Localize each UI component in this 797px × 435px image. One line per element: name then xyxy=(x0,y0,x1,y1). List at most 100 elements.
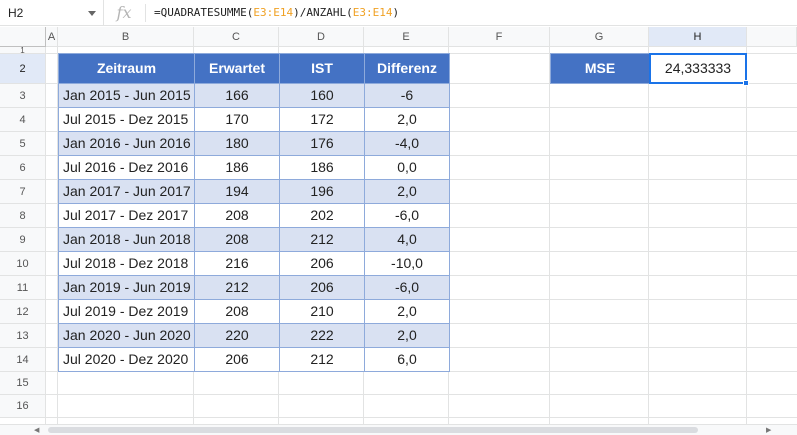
formula-text: )/ANZAHL( xyxy=(293,6,353,19)
table-cell[interactable]: Jul 2017 - Dez 2017 xyxy=(58,203,195,228)
row-header-3[interactable]: 3 xyxy=(0,84,46,108)
table-cell[interactable]: -6,0 xyxy=(364,203,450,228)
scroll-left-icon[interactable]: ◀ xyxy=(34,427,39,434)
grid-line xyxy=(746,47,747,424)
table-cell[interactable]: Jan 2016 - Jun 2016 xyxy=(58,131,195,156)
table-cell[interactable]: 212 xyxy=(279,347,365,372)
column-header-c[interactable]: C xyxy=(194,27,279,47)
column-header-f[interactable]: F xyxy=(449,27,550,47)
table-cell[interactable]: -6 xyxy=(364,83,450,108)
table-cell[interactable]: 194 xyxy=(194,179,280,204)
table-cell[interactable]: -10,0 xyxy=(364,251,450,276)
row-header-6[interactable]: 6 xyxy=(0,156,46,180)
table-cell[interactable]: 4,0 xyxy=(364,227,450,252)
table-header-cell[interactable]: IST xyxy=(279,53,365,84)
column-header-e[interactable]: E xyxy=(364,27,449,47)
grid-line xyxy=(46,417,797,418)
grid-line xyxy=(648,47,649,424)
fill-handle[interactable] xyxy=(743,80,749,86)
row-header-2[interactable]: 2 xyxy=(0,54,46,84)
formula-input[interactable]: =QUADRATESUMME(E3:E14)/ANZAHL(E3:E14) xyxy=(154,6,399,19)
row-header-13[interactable]: 13 xyxy=(0,324,46,348)
table-cell[interactable]: Jan 2018 - Jun 2018 xyxy=(58,227,195,252)
table-cell[interactable]: 186 xyxy=(279,155,365,180)
table-cell[interactable]: 0,0 xyxy=(364,155,450,180)
row-header-10[interactable]: 10 xyxy=(0,252,46,276)
select-all-corner[interactable] xyxy=(0,27,46,47)
row-header-15[interactable]: 15 xyxy=(0,372,46,395)
table-cell[interactable]: 2,0 xyxy=(364,107,450,132)
table-cell[interactable]: Jan 2020 - Jun 2020 xyxy=(58,323,195,348)
table-cell[interactable]: 186 xyxy=(194,155,280,180)
table-cell[interactable]: 196 xyxy=(279,179,365,204)
row-header-9[interactable]: 9 xyxy=(0,228,46,252)
scrollbar-thumb[interactable] xyxy=(48,427,698,433)
grid-line xyxy=(46,394,797,395)
mse-label[interactable]: MSE xyxy=(550,53,650,84)
row-header-16[interactable]: 16 xyxy=(0,395,46,418)
formula-range-ref: E3:E14 xyxy=(352,6,393,19)
column-header-b[interactable]: B xyxy=(58,27,194,47)
table-cell[interactable]: 166 xyxy=(194,83,280,108)
table-cell[interactable]: Jul 2016 - Dez 2016 xyxy=(58,155,195,180)
table-cell[interactable]: 172 xyxy=(279,107,365,132)
table-cell[interactable]: 222 xyxy=(279,323,365,348)
table-cell[interactable]: 208 xyxy=(194,227,280,252)
table-cell[interactable]: 2,0 xyxy=(364,323,450,348)
column-header-d[interactable]: D xyxy=(279,27,364,47)
table-cell[interactable]: Jan 2015 - Jun 2015 xyxy=(58,83,195,108)
table-header-cell[interactable]: Zeitraum xyxy=(58,53,195,84)
table-cell[interactable]: 216 xyxy=(194,251,280,276)
table-cell[interactable]: Jul 2018 - Dez 2018 xyxy=(58,251,195,276)
scroll-right-icon[interactable]: ▶ xyxy=(766,427,771,434)
grid-line xyxy=(45,47,46,424)
row-header-12[interactable]: 12 xyxy=(0,300,46,324)
row-header-1[interactable]: 1 xyxy=(0,47,46,55)
chevron-down-icon[interactable] xyxy=(88,11,96,16)
row-header-14[interactable]: 14 xyxy=(0,348,46,372)
table-cell[interactable]: 176 xyxy=(279,131,365,156)
row-header-4[interactable]: 4 xyxy=(0,108,46,132)
mse-value-cell[interactable]: 24,333333 xyxy=(649,53,747,84)
grid-line xyxy=(46,46,797,47)
column-header-a[interactable]: A xyxy=(46,27,58,47)
table-cell[interactable]: 220 xyxy=(194,323,280,348)
table-cell[interactable]: 2,0 xyxy=(364,179,450,204)
fx-icon: fx xyxy=(116,3,132,22)
table-cell[interactable]: Jul 2019 - Dez 2019 xyxy=(58,299,195,324)
name-box[interactable]: H2 xyxy=(0,0,104,26)
table-cell[interactable]: 212 xyxy=(279,227,365,252)
table-header-cell[interactable]: Differenz xyxy=(364,53,450,84)
name-box-value: H2 xyxy=(8,6,24,20)
row-header-7[interactable]: 7 xyxy=(0,180,46,204)
table-cell[interactable]: Jul 2015 - Dez 2015 xyxy=(58,107,195,132)
table-cell[interactable]: 206 xyxy=(279,251,365,276)
horizontal-scrollbar[interactable]: ◀ ▶ xyxy=(0,424,797,435)
table-cell[interactable]: -6,0 xyxy=(364,275,450,300)
table-cell[interactable]: 6,0 xyxy=(364,347,450,372)
table-cell[interactable]: 180 xyxy=(194,131,280,156)
table-cell[interactable]: Jul 2020 - Dez 2020 xyxy=(58,347,195,372)
table-cell[interactable]: 210 xyxy=(279,299,365,324)
table-cell[interactable]: 208 xyxy=(194,203,280,228)
table-cell[interactable]: 206 xyxy=(279,275,365,300)
table-cell[interactable]: 206 xyxy=(194,347,280,372)
table-cell[interactable]: 208 xyxy=(194,299,280,324)
row-header-8[interactable]: 8 xyxy=(0,204,46,228)
table-cell[interactable]: 202 xyxy=(279,203,365,228)
column-header-h[interactable]: H xyxy=(649,27,747,47)
spreadsheet-grid[interactable]: A B C D E F G H 1 2 3 4 5 6 7 8 9 10 11 12 13 14 15 16 Zeitraum E… xyxy=(0,27,797,424)
table-cell[interactable]: Jan 2017 - Jun 2017 xyxy=(58,179,195,204)
formula-bar: H2 fx =QUADRATESUMME(E3:E14)/ANZAHL(E3:E… xyxy=(0,0,797,26)
table-cell[interactable]: 2,0 xyxy=(364,299,450,324)
table-cell[interactable]: 170 xyxy=(194,107,280,132)
table-header-cell[interactable]: Erwartet xyxy=(194,53,280,84)
column-header-g[interactable]: G xyxy=(550,27,649,47)
table-cell[interactable]: Jan 2019 - Jun 2019 xyxy=(58,275,195,300)
row-header-5[interactable]: 5 xyxy=(0,132,46,156)
row-header-11[interactable]: 11 xyxy=(0,276,46,300)
table-cell[interactable]: -4,0 xyxy=(364,131,450,156)
table-cell[interactable]: 160 xyxy=(279,83,365,108)
formula-text: ) xyxy=(392,6,400,19)
table-cell[interactable]: 212 xyxy=(194,275,280,300)
